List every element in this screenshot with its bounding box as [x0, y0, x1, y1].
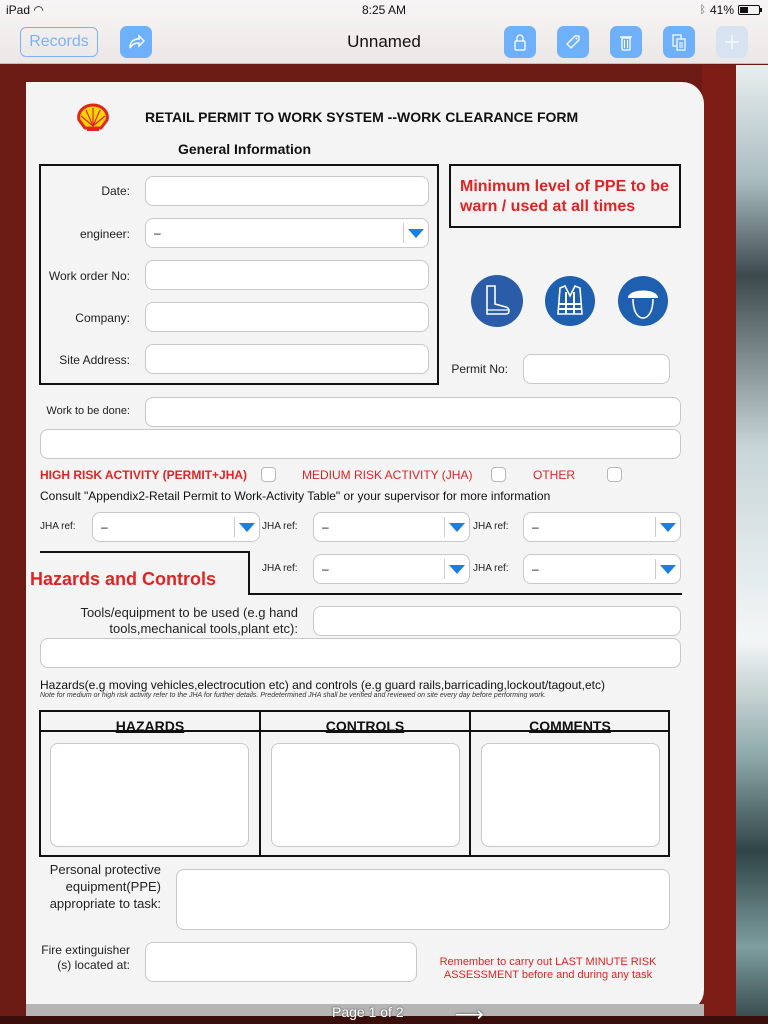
tools-input[interactable]	[313, 606, 681, 636]
controls-input[interactable]	[271, 743, 460, 847]
status-right: ᛒ 41%	[699, 3, 762, 17]
background-photo	[736, 65, 768, 1024]
work-order-label: Work order No:	[48, 269, 130, 283]
engineer-select[interactable]: –	[145, 218, 429, 248]
select-divider	[655, 559, 656, 579]
tag-icon[interactable]	[557, 26, 589, 58]
jha-ref-label: JHA ref:	[262, 563, 298, 574]
jha-ref-select[interactable]: –	[523, 512, 681, 542]
permit-no-input[interactable]	[523, 354, 670, 384]
select-divider	[444, 517, 445, 537]
battery-percent: 41%	[709, 3, 734, 17]
hazards-input[interactable]	[50, 743, 249, 847]
engineer-value: –	[154, 226, 161, 240]
next-page-arrow-icon[interactable]: ⟶	[455, 1002, 484, 1024]
add-icon[interactable]	[716, 26, 748, 58]
medium-risk-label: MEDIUM RISK ACTIVITY (JHA)	[302, 468, 473, 482]
bluetooth-icon: ᛒ	[699, 4, 706, 16]
trash-icon[interactable]	[610, 26, 642, 58]
top-bar: iPad ◠ 8:25 AM ᛒ 41% Records Unnamed	[0, 0, 768, 64]
company-input[interactable]	[145, 302, 429, 332]
remember-note: Remember to carry out LAST MINUTE RISK A…	[439, 956, 657, 981]
other-risk-checkbox[interactable]	[607, 467, 622, 482]
hazards-description: Hazards(e.g moving vehicles,electrocutio…	[40, 678, 605, 692]
work-to-be-done-continued-input[interactable]	[40, 429, 681, 459]
copy-icon[interactable]	[663, 26, 695, 58]
jha-ref-value: –	[532, 520, 539, 534]
fire-extinguisher-input[interactable]	[145, 942, 417, 982]
select-divider	[444, 559, 445, 579]
status-time: 8:25 AM	[361, 3, 407, 17]
jha-ref-value: –	[101, 520, 108, 534]
date-label: Date:	[101, 184, 130, 198]
fire-extinguisher-label: Fire extinguisher (s) located at:	[41, 943, 130, 972]
lock-icon[interactable]	[504, 26, 536, 58]
background-panel	[702, 65, 736, 1024]
hi-vis-vest-icon	[543, 274, 597, 328]
hazards-note: Note for medium or high risk activity re…	[40, 692, 547, 699]
work-order-input[interactable]	[145, 260, 429, 290]
high-risk-label: HIGH RISK ACTIVITY (PERMIT+JHA)	[40, 468, 248, 482]
comments-column-header: COMMENTS	[529, 718, 611, 734]
jha-ref-select[interactable]: –	[313, 554, 470, 584]
section-divider	[40, 551, 250, 553]
ppe-input[interactable]	[176, 869, 670, 930]
high-risk-checkbox[interactable]	[261, 467, 276, 482]
chevron-down-icon	[239, 523, 255, 532]
jha-ref-label: JHA ref:	[473, 563, 509, 574]
permit-no-label: Permit No:	[451, 362, 508, 376]
form-title: RETAIL PERMIT TO WORK SYSTEM --WORK CLEA…	[145, 109, 579, 125]
page-indicator: Page 1 of 2	[332, 1004, 404, 1020]
chevron-down-icon	[660, 523, 676, 532]
tools-label: Tools/equipment to be used (e.g hand too…	[80, 605, 298, 636]
other-risk-label: OTHER	[533, 468, 575, 482]
jha-ref-value: –	[532, 562, 539, 576]
jha-ref-value: –	[322, 520, 329, 534]
chevron-down-icon	[408, 229, 424, 238]
medium-risk-checkbox[interactable]	[491, 467, 506, 482]
section-divider	[248, 551, 250, 595]
section-divider	[248, 593, 682, 595]
company-label: Company:	[75, 311, 130, 325]
safety-boots-icon	[470, 274, 524, 328]
shell-logo-icon	[76, 103, 110, 133]
select-divider	[403, 223, 404, 243]
controls-column-header: CONTROLS	[325, 718, 405, 734]
select-divider	[655, 517, 656, 537]
date-input[interactable]	[145, 176, 429, 206]
general-info-heading: General Information	[178, 141, 312, 157]
work-to-be-done-input[interactable]	[145, 397, 681, 427]
tools-continued-input[interactable]	[40, 638, 681, 668]
chevron-down-icon	[449, 523, 465, 532]
hazards-heading: Hazards and Controls	[30, 569, 217, 589]
consult-note: Consult "Appendix2-Retail Permit to Work…	[40, 489, 551, 503]
jha-ref-label: JHA ref:	[40, 521, 76, 532]
site-address-input[interactable]	[145, 344, 429, 374]
document-title: Unnamed	[347, 32, 421, 51]
comments-input[interactable]	[481, 743, 660, 847]
select-divider	[234, 517, 235, 537]
chevron-down-icon	[660, 565, 676, 574]
chevron-down-icon	[449, 565, 465, 574]
ppe-note: Minimum level of PPE to be warn / used a…	[460, 178, 669, 215]
jha-ref-label: JHA ref:	[473, 521, 509, 532]
hazards-column-header: HAZARDS	[115, 718, 185, 734]
site-address-label: Site Address:	[59, 353, 130, 367]
jha-ref-select[interactable]: –	[92, 512, 260, 542]
jha-ref-select[interactable]: –	[313, 512, 470, 542]
jha-ref-select[interactable]: –	[523, 554, 681, 584]
ppe-label: Personal protective equipment(PPE) appro…	[49, 862, 161, 911]
jha-ref-label: JHA ref:	[262, 521, 298, 532]
engineer-label: engineer:	[79, 227, 130, 241]
hard-hat-icon	[616, 274, 670, 328]
jha-ref-value: –	[322, 562, 329, 576]
battery-icon	[738, 5, 762, 15]
work-to-be-done-label: Work to be done:	[46, 405, 130, 417]
